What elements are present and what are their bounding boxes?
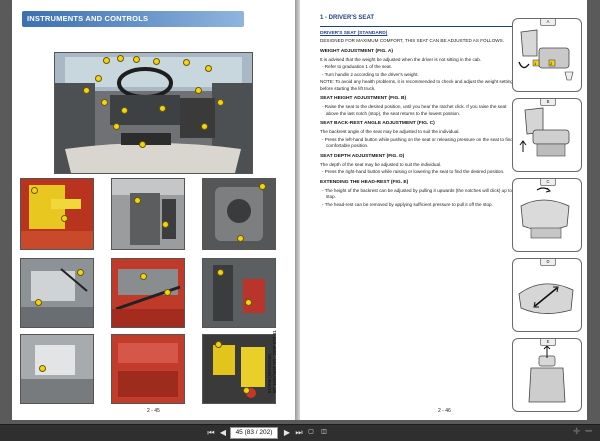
callout-marker: [201, 123, 208, 130]
weight-note: NOTE: To avoid any health problems, it i…: [320, 79, 513, 91]
single-page-icon[interactable]: ▢: [306, 427, 316, 438]
figure-c: C: [512, 178, 582, 252]
detail-photo-7: [20, 334, 94, 404]
callout-marker: [164, 289, 171, 296]
callout-marker: [113, 123, 120, 130]
figure-b: B: [512, 98, 582, 172]
callout-marker: [134, 197, 141, 204]
backrest-text: The backrest angle of the seat may be ad…: [320, 129, 460, 135]
callout-marker: [237, 235, 244, 242]
callout-marker: [217, 99, 224, 106]
weight-text: It is advised that the weight be adjuste…: [320, 56, 482, 62]
detail-photo-1: [20, 178, 94, 250]
callout-marker: [39, 365, 46, 372]
callout-marker: [195, 87, 202, 94]
detail-photo-4: [20, 258, 94, 328]
detail-photo-3: [202, 178, 276, 250]
headrest-bullet: - The height of the backrest can be adju…: [322, 187, 520, 200]
callout-marker: [35, 299, 42, 306]
callout-marker: [121, 107, 128, 114]
callout-marker: [101, 99, 108, 106]
backrest-title: SEAT BACK-REST ANGLE ADJUSTMENT (FIG. C): [320, 121, 435, 127]
figure-d: D: [512, 258, 582, 332]
depth-title: SEAT DEPTH ADJUSTMENT (FIG. D): [320, 153, 405, 159]
next-page-icon[interactable]: ▶: [282, 427, 292, 438]
seat-instructions: 1 - DRIVER'S SEAT DRIVER'S SEAT (STANDAR…: [320, 14, 520, 209]
page-number: 2 - 45: [147, 408, 160, 414]
figure-label: B: [540, 99, 556, 106]
section-banner: INSTRUMENTS AND CONTROLS: [22, 11, 244, 27]
left-page: INSTRUMENTS AND CONTROLS 647096 (20/03/2…: [12, 0, 295, 420]
callout-marker: [103, 57, 110, 64]
callout-marker: [140, 273, 147, 280]
weight-title: WEIGHT ADJUSTMENT (FIG. A): [320, 48, 393, 54]
callout-marker: [183, 59, 190, 66]
intro-text: DESIGNED FOR MAXIMUM COMFORT, THIS SEAT …: [320, 38, 504, 44]
backrest-bullet: - Press the left-hand button while pushi…: [322, 136, 517, 149]
callout-marker: [139, 141, 146, 148]
section-title: INSTRUMENTS AND CONTROLS: [27, 14, 149, 23]
doc-ref-line-2: MT 1440/1840 HA - 100P ST3 S1: [272, 330, 277, 393]
callout-marker: [133, 56, 140, 63]
last-page-icon[interactable]: ⏭: [294, 427, 304, 438]
figure-label: D: [540, 259, 556, 266]
prev-page-icon[interactable]: ◀: [218, 427, 228, 438]
page-number: 2 - 46: [438, 408, 451, 414]
callout-1: 1: [534, 61, 537, 66]
document-viewer: INSTRUMENTS AND CONTROLS 647096 (20/03/2…: [0, 0, 600, 424]
figure-label: C: [540, 179, 556, 186]
callout-marker: [31, 187, 38, 194]
two-page-icon[interactable]: ◫: [318, 427, 330, 438]
document-reference: 647096 (20/03/2018) MT 1440/1840 HA - 100…: [264, 300, 280, 395]
detail-photo-8: [111, 334, 185, 404]
callout-marker: [95, 75, 102, 82]
figure-label: A: [540, 19, 556, 26]
callout-2: 2: [550, 61, 553, 66]
detail-photo-5: [111, 258, 185, 328]
callout-marker: [83, 87, 90, 94]
depth-text: The depth of the seat may be adjusted to…: [320, 161, 442, 167]
cab-interior-photo: [54, 52, 253, 174]
callout-marker: [61, 215, 68, 222]
subheading: DRIVER'S SEAT (STANDARD): [320, 30, 388, 36]
figure-e: E: [512, 338, 582, 412]
zoom-out-icon[interactable]: ➖: [584, 427, 594, 438]
right-page: 1 - DRIVER'S SEAT DRIVER'S SEAT (STANDAR…: [300, 0, 587, 420]
callout-marker: [215, 341, 222, 348]
page-number-input[interactable]: 45 (83 / 202): [230, 427, 278, 439]
figure-a: A 1 2: [512, 18, 582, 92]
weight-bullet: - Refer to graduation 1 of the seat.: [322, 64, 392, 70]
headrest-title: EXTENDING THE HEAD-REST (FIG. E): [320, 179, 409, 185]
callout-marker: [77, 269, 84, 276]
weight-bullet: - Turn handle 2 according to the driver'…: [322, 71, 419, 77]
callout-marker: [159, 105, 166, 112]
headrest-bullet: - The head-rest can be removed by applyi…: [322, 201, 493, 207]
first-page-icon[interactable]: ⏮: [206, 427, 216, 438]
height-title: SEAT HEIGHT ADJUSTMENT (FIG. B): [320, 96, 407, 102]
callout-marker: [117, 55, 124, 62]
viewer-toolbar: ⏮ ◀ 45 (83 / 202) ▶ ⏭ ▢ ◫ ➕ ➖: [0, 424, 600, 441]
detail-photo-2: [111, 178, 185, 250]
depth-bullet: - Press the right-hand button while rais…: [322, 169, 505, 175]
zoom-in-icon[interactable]: ➕: [572, 427, 582, 438]
section-heading: 1 - DRIVER'S SEAT: [320, 14, 520, 27]
height-bullet: - Raise the seat to the desired position…: [322, 104, 507, 116]
callout-marker: [245, 299, 252, 306]
callout-marker: [243, 387, 250, 394]
callout-marker: [217, 269, 224, 276]
callout-marker: [259, 183, 266, 190]
callout-marker: [162, 221, 169, 228]
callout-marker: [153, 58, 160, 65]
figure-label: E: [540, 339, 556, 346]
callout-marker: [205, 65, 212, 72]
